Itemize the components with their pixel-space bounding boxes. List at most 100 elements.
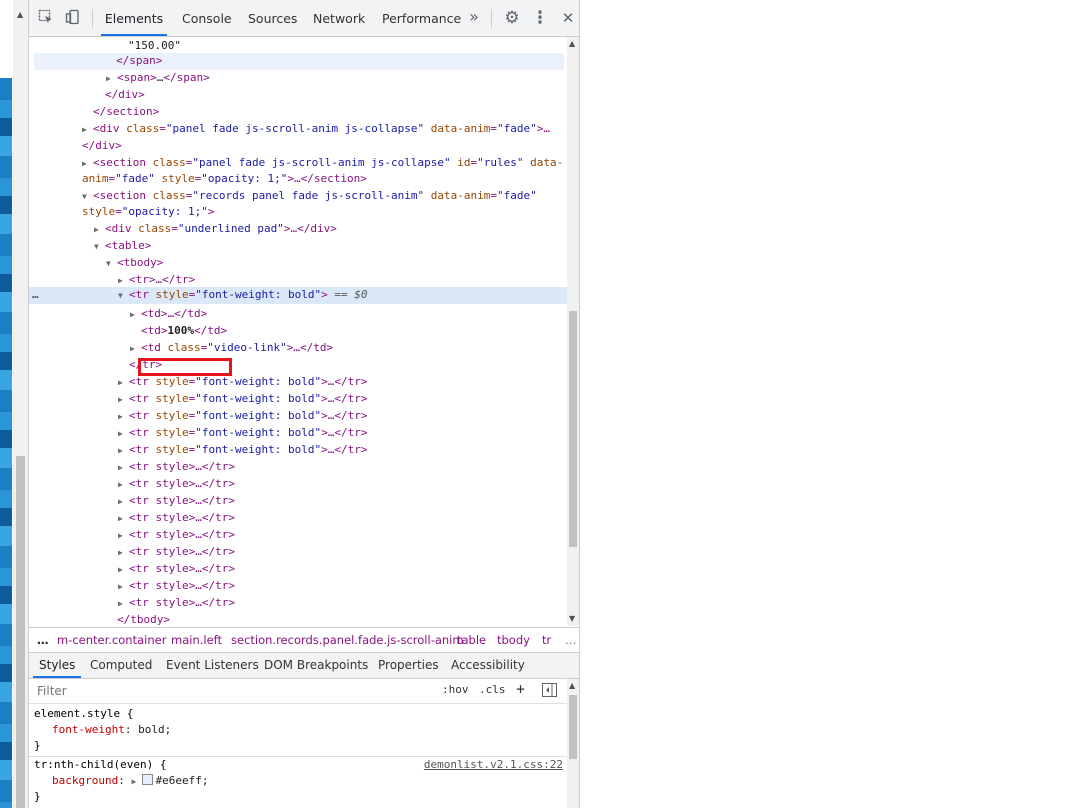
dom-node[interactable]: ▶ <tr style>…</tr> bbox=[29, 544, 567, 561]
collapse-arrow-icon[interactable]: ▼ bbox=[94, 239, 105, 254]
breadcrumb-item[interactable]: tbody bbox=[497, 628, 530, 652]
more-options-icon[interactable]: ⋮ bbox=[531, 9, 549, 27]
dom-node[interactable]: ▶ <section class="panel fade js-scroll-an… bbox=[29, 155, 567, 172]
toggle-sidebar-icon[interactable] bbox=[542, 683, 557, 700]
expand-arrow-icon[interactable]: ▶ bbox=[106, 71, 117, 86]
dom-node-hover[interactable]: </span> bbox=[34, 53, 564, 70]
tab-sources[interactable]: Sources bbox=[248, 0, 297, 36]
rule-selector[interactable]: tr:nth-child(even) { bbox=[34, 757, 166, 773]
breadcrumb-item[interactable]: tr bbox=[542, 628, 551, 652]
tab-elements[interactable]: Elements bbox=[101, 0, 167, 36]
collapse-arrow-icon[interactable]: ▼ bbox=[82, 189, 93, 204]
dom-node[interactable]: ▶ <tr style="font-weight: bold">…</tr> bbox=[29, 391, 567, 408]
node-actions-icon[interactable]: … bbox=[32, 287, 39, 302]
dom-tree-scrollbar[interactable]: ▲ ▼ bbox=[567, 37, 579, 626]
tab-console[interactable]: Console bbox=[182, 0, 232, 36]
close-icon[interactable]: ✕ bbox=[559, 9, 577, 27]
tab-styles[interactable]: Styles bbox=[33, 653, 82, 678]
expand-arrow-icon[interactable]: ▶ bbox=[118, 392, 129, 407]
page-scrollbar[interactable]: ▲ bbox=[13, 0, 28, 808]
expand-arrow-icon[interactable]: ▶ bbox=[118, 409, 129, 424]
new-style-rule-icon[interactable]: + bbox=[516, 680, 525, 698]
dom-node[interactable]: ▶ <tr style>…</tr> bbox=[29, 493, 567, 510]
expand-arrow-icon[interactable]: ▶ bbox=[118, 460, 129, 475]
expand-arrow-icon[interactable]: ▶ bbox=[118, 443, 129, 458]
more-tabs-icon[interactable]: » bbox=[465, 8, 483, 26]
expand-arrow-icon[interactable]: ▶ bbox=[82, 156, 93, 171]
device-toggle-icon[interactable] bbox=[64, 9, 82, 27]
expand-arrow-icon[interactable]: ▶ bbox=[118, 596, 129, 611]
styles-scrollbar-thumb[interactable] bbox=[569, 695, 577, 759]
rule-selector[interactable]: element.style { bbox=[34, 706, 133, 722]
styles-filter-input[interactable] bbox=[33, 681, 437, 701]
dom-node-continued[interactable]: style="opacity: 1;"> bbox=[29, 204, 567, 221]
styles-scrollbar[interactable]: ▲ bbox=[567, 679, 579, 808]
dom-node[interactable]: <td>100%</td> bbox=[29, 323, 567, 340]
expand-shorthand-icon[interactable]: ▶ bbox=[131, 774, 140, 790]
scroll-up-arrow-icon[interactable]: ▲ bbox=[17, 10, 23, 19]
dom-node[interactable]: ▶ <tr style>…</tr> bbox=[29, 561, 567, 578]
style-declaration[interactable]: font-weight: bold; bbox=[52, 722, 171, 738]
dom-node-selected[interactable]: … ▼ <tr style="font-weight: bold"> == $0 bbox=[29, 287, 567, 304]
dom-node[interactable]: ▶ <tr style="font-weight: bold">…</tr> bbox=[29, 425, 567, 442]
style-declaration[interactable]: background: ▶ #e6eeff; bbox=[52, 773, 208, 789]
settings-gear-icon[interactable]: ⚙ bbox=[503, 9, 521, 27]
expand-arrow-icon[interactable]: ▶ bbox=[82, 122, 93, 137]
dom-node[interactable]: </tr> bbox=[29, 357, 567, 374]
scroll-up-arrow-icon[interactable]: ▲ bbox=[569, 39, 575, 48]
breadcrumb-item[interactable]: m-center.container bbox=[57, 628, 166, 652]
tab-properties[interactable]: Properties bbox=[378, 653, 439, 678]
dom-node[interactable]: ▶ <tr style>…</tr> bbox=[29, 459, 567, 476]
dom-node[interactable]: ▶ <tr style="font-weight: bold">…</tr> bbox=[29, 374, 567, 391]
dom-node[interactable]: ▼ <section class="records panel fade js-s… bbox=[29, 188, 567, 205]
tab-network[interactable]: Network bbox=[313, 0, 365, 36]
breadcrumb-scroll-left[interactable]: … bbox=[37, 628, 49, 652]
expand-arrow-icon[interactable]: ▶ bbox=[130, 341, 141, 356]
expand-arrow-icon[interactable]: ▶ bbox=[118, 528, 129, 543]
dom-node[interactable]: </div> bbox=[29, 87, 567, 104]
class-toggle[interactable]: .cls bbox=[479, 683, 506, 696]
expand-arrow-icon[interactable]: ▶ bbox=[118, 426, 129, 441]
collapse-arrow-icon[interactable]: ▼ bbox=[118, 288, 129, 303]
dom-node[interactable]: ▼ <tbody> bbox=[29, 255, 567, 272]
dom-node[interactable]: </tbody> bbox=[29, 612, 567, 626]
expand-arrow-icon[interactable]: ▶ bbox=[118, 273, 129, 288]
expand-arrow-icon[interactable]: ▶ bbox=[118, 375, 129, 390]
css-value[interactable]: #e6eeff; bbox=[155, 774, 208, 787]
expand-arrow-icon[interactable]: ▶ bbox=[130, 307, 141, 322]
tab-dom-breakpoints[interactable]: DOM Breakpoints bbox=[264, 653, 368, 678]
hover-state-toggle[interactable]: :hov bbox=[442, 683, 469, 696]
stylesheet-source-link[interactable]: demonlist.v2.1.css:22 bbox=[424, 757, 563, 773]
breadcrumb-item[interactable]: section.records.panel.fade.js-scroll-ani… bbox=[231, 628, 464, 652]
page-scrollbar-thumb[interactable] bbox=[16, 456, 25, 808]
scroll-up-arrow-icon[interactable]: ▲ bbox=[569, 681, 575, 690]
dom-node[interactable]: ▶ <tr style>…</tr> bbox=[29, 595, 567, 612]
tab-accessibility[interactable]: Accessibility bbox=[451, 653, 525, 678]
inspect-element-icon[interactable] bbox=[37, 9, 55, 27]
dom-node[interactable]: ▶ <td>…</td> bbox=[29, 306, 567, 323]
dom-tree[interactable]: "150.00" </span> ▶ <span>…</span> </div> … bbox=[29, 37, 567, 626]
breadcrumb-item[interactable]: table bbox=[457, 628, 486, 652]
dom-node[interactable]: </div> bbox=[29, 138, 567, 155]
dom-node[interactable]: ▶ <tr style="font-weight: bold">…</tr> bbox=[29, 442, 567, 459]
expand-arrow-icon[interactable]: ▶ bbox=[118, 477, 129, 492]
dom-node[interactable]: ▶ <tr style>…</tr> bbox=[29, 476, 567, 493]
expand-arrow-icon[interactable]: ▶ bbox=[118, 579, 129, 594]
dom-node[interactable]: ▶ <tr style>…</tr> bbox=[29, 527, 567, 544]
dom-node[interactable]: ▶ <span>…</span> bbox=[29, 70, 567, 87]
expand-arrow-icon[interactable]: ▶ bbox=[118, 545, 129, 560]
tab-event-listeners[interactable]: Event Listeners bbox=[166, 653, 259, 678]
dom-node[interactable]: ▼ <table> bbox=[29, 238, 567, 255]
dom-node[interactable]: ▶ <tr style>…</tr> bbox=[29, 578, 567, 595]
css-value[interactable]: bold; bbox=[138, 723, 171, 736]
breadcrumb-item[interactable]: main.left bbox=[171, 628, 222, 652]
expand-arrow-icon[interactable]: ▶ bbox=[118, 562, 129, 577]
dom-tree-scrollbar-thumb[interactable] bbox=[569, 311, 577, 547]
tab-performance[interactable]: Performance bbox=[382, 0, 461, 36]
color-swatch[interactable] bbox=[142, 774, 154, 785]
expand-arrow-icon[interactable]: ▶ bbox=[118, 511, 129, 526]
breadcrumb-scroll-right[interactable]: … bbox=[565, 628, 577, 652]
collapse-arrow-icon[interactable]: ▼ bbox=[106, 256, 117, 271]
dom-node[interactable]: ▶ <div class="underlined pad">…</div> bbox=[29, 221, 567, 238]
tab-computed[interactable]: Computed bbox=[90, 653, 152, 678]
